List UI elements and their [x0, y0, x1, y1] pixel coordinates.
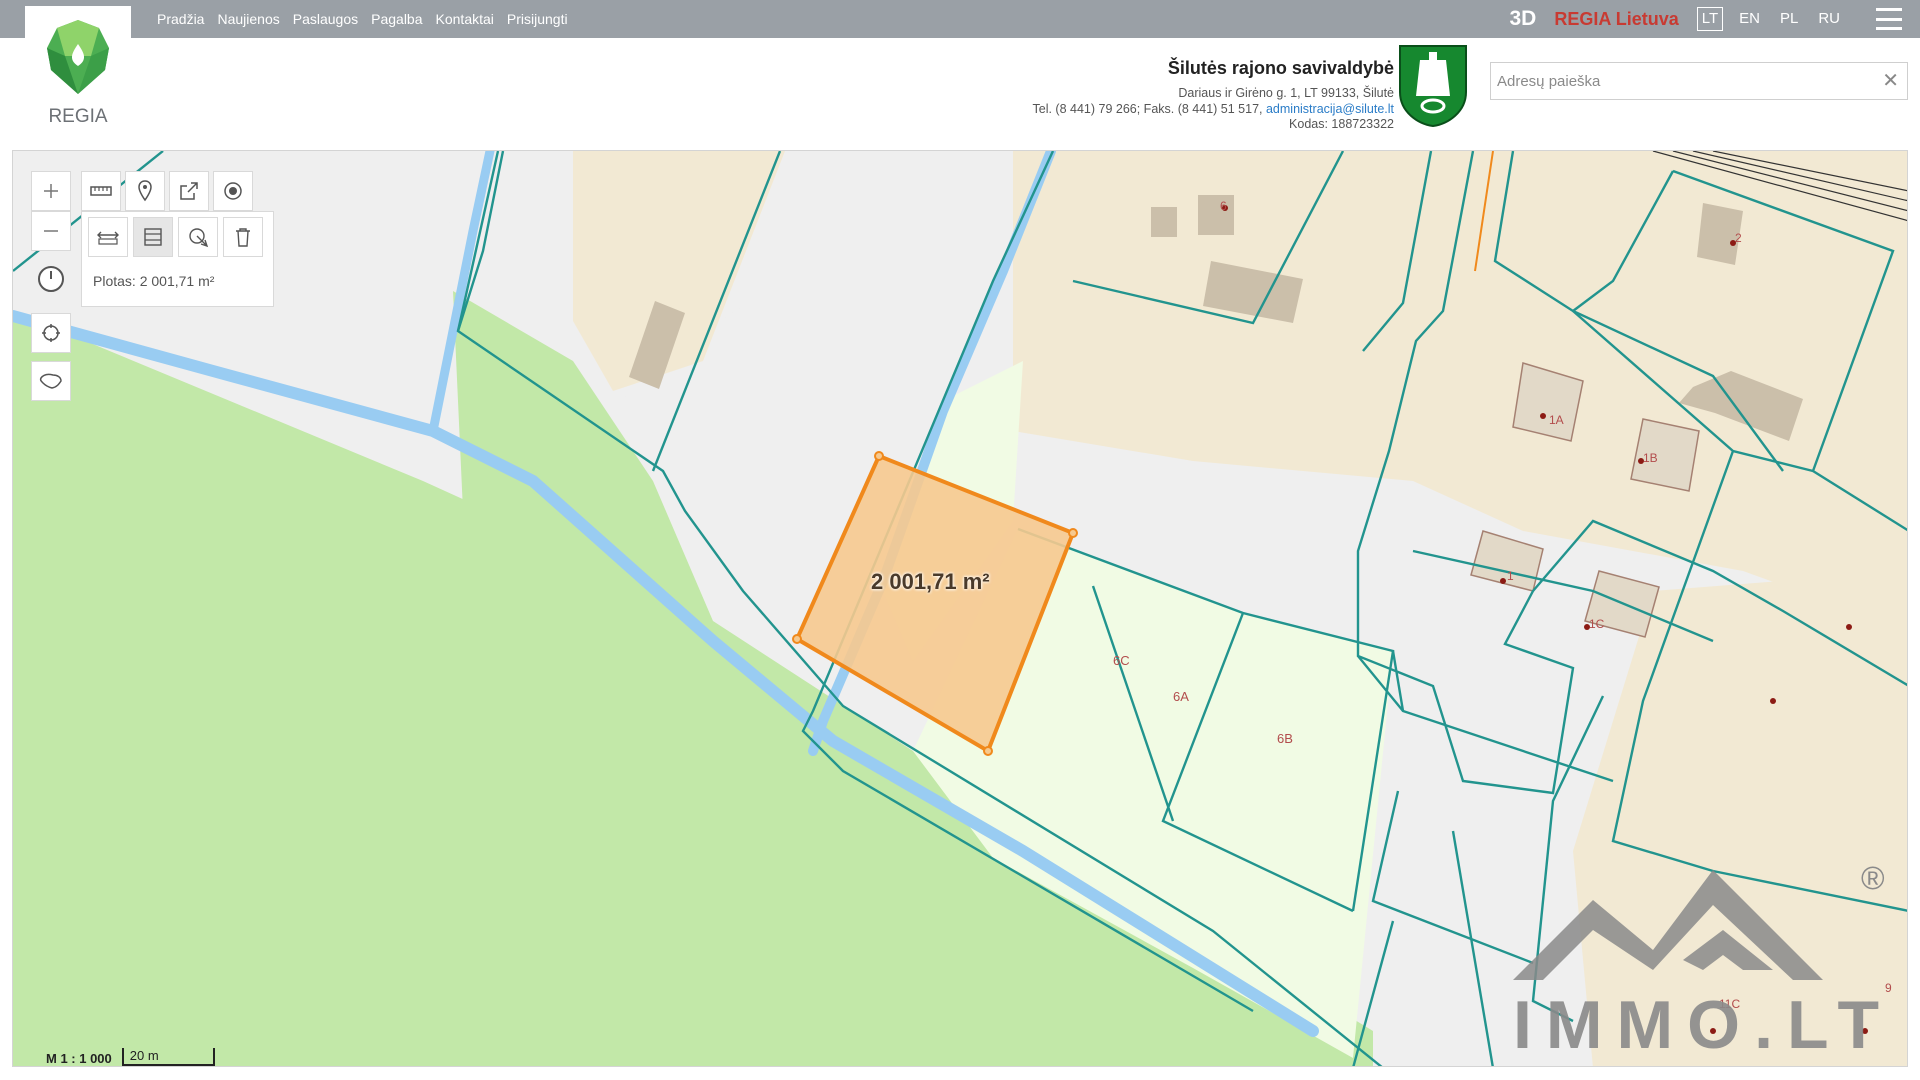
regia-logo[interactable]: REGIA [25, 6, 131, 134]
parcel-label: 6C [1113, 653, 1130, 668]
scale-ratio: M 1 : 1 000 [46, 1051, 112, 1066]
parcel-label: 1B [1643, 451, 1658, 465]
zoom-out-icon[interactable] [31, 211, 71, 251]
nav-login[interactable]: Prisijungti [507, 11, 568, 27]
municipality-contacts: Tel. (8 441) 79 266; Faks. (8 441) 51 51… [1033, 102, 1395, 118]
nav-home[interactable]: Pradžia [157, 11, 204, 27]
parcel-label: 6 [1220, 199, 1227, 213]
zoom-in-icon[interactable] [31, 171, 71, 211]
reset-measure-icon[interactable] [178, 217, 218, 257]
nav-news[interactable]: Naujienos [217, 11, 279, 27]
lithuania-icon[interactable] [31, 361, 71, 401]
parcel-label: 6B [1277, 731, 1293, 746]
export-icon[interactable] [169, 171, 209, 211]
parcel-label: 2 [1735, 231, 1742, 245]
immo-watermark: IMMO.LT ® [1493, 860, 1903, 1063]
history-icon[interactable] [31, 259, 71, 299]
municipality-code: Kodas: 188723322 [1289, 117, 1394, 131]
parcel-label: 1A [1549, 413, 1564, 427]
municipality-phones: Tel. (8 441) 79 266; Faks. (8 441) 51 51… [1032, 101, 1263, 116]
3d-mode-button[interactable]: 3D [1510, 7, 1537, 31]
top-right-controls: 3D REGIA Lietuva LT EN PL RU [1510, 0, 1902, 38]
regia-lietuva-link[interactable]: REGIA Lietuva [1554, 9, 1678, 30]
target-icon[interactable] [213, 171, 253, 211]
parcel-label: 6A [1173, 689, 1189, 704]
nav-help[interactable]: Pagalba [371, 11, 422, 27]
scale-indicator: M 1 : 1 000 20 m [36, 1044, 215, 1066]
logo-text: REGIA [48, 106, 108, 127]
nav-contacts[interactable]: Kontaktai [436, 11, 494, 27]
language-en[interactable]: EN [1735, 8, 1764, 30]
watermark-text: IMMO.LT [1513, 987, 1893, 1063]
language-ru[interactable]: RU [1814, 8, 1844, 30]
locate-icon[interactable] [31, 313, 71, 353]
address-search: ✕ [1490, 62, 1908, 100]
language-pl[interactable]: PL [1776, 8, 1802, 30]
watermark-registered: ® [1861, 860, 1885, 896]
measure-distance-icon[interactable] [88, 217, 128, 257]
area-label: 2 001,71 m² [871, 569, 990, 594]
regia-logo-mark [47, 20, 109, 94]
ruler-icon[interactable] [81, 171, 121, 211]
nav-services[interactable]: Paslaugos [293, 11, 358, 27]
parcel-label: 1C [1589, 617, 1605, 631]
measure-area-icon[interactable] [133, 217, 173, 257]
menu-icon[interactable] [1876, 8, 1902, 30]
parcel-label: 1 [1507, 569, 1514, 583]
trash-icon[interactable] [223, 217, 263, 257]
municipality-name: Šilutės rajono savivaldybė [1167, 58, 1394, 78]
measure-result: Plotas: 2 001,71 m² [93, 273, 215, 289]
scale-bar: 20 m [121, 1048, 215, 1066]
pin-icon[interactable] [125, 171, 165, 211]
address-search-input[interactable] [1491, 63, 1907, 99]
municipality-address: Dariaus ir Girėno g. 1, LT 99133, Šilutė [1178, 86, 1394, 100]
top-bar: Pradžia Naujienos Paslaugos Pagalba Kont… [0, 0, 1920, 38]
main-nav: Pradžia Naujienos Paslaugos Pagalba Kont… [157, 0, 568, 38]
language-lt[interactable]: LT [1696, 7, 1724, 31]
coat-of-arms [1399, 45, 1467, 128]
municipality-info: Šilutės rajono savivaldybė Dariaus ir Gi… [1033, 58, 1395, 133]
municipality-email[interactable]: administracija@silute.lt [1266, 102, 1394, 116]
close-icon[interactable]: ✕ [1882, 70, 1899, 92]
